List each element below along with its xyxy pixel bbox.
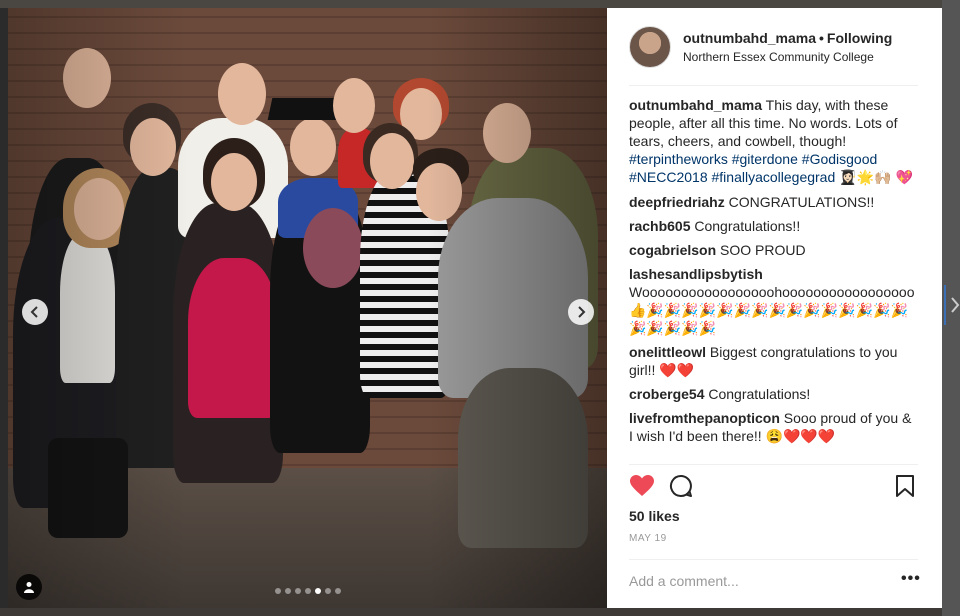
comment-icon [669, 474, 692, 497]
comment-username[interactable]: deepfriedriahz [629, 194, 725, 210]
save-button[interactable] [895, 474, 915, 503]
comment-text: CONGRATULATIONS!! [728, 194, 875, 210]
post-modal: outnumbahd_mama • Following Northern Essex… [8, 8, 942, 608]
hashtag-link[interactable]: #Godisgood [802, 151, 878, 167]
comment-text: SOO PROUD [720, 242, 806, 258]
comment-item: rachb605 Congratulations!! [629, 217, 919, 235]
post-side-panel: outnumbahd_mama • Following Northern Essex… [607, 8, 942, 608]
like-button[interactable] [629, 474, 655, 503]
comment-item: cogabrielson SOO PROUD [629, 241, 919, 259]
bookmark-icon [896, 475, 914, 497]
person-tag-icon [24, 582, 34, 593]
carousel-dot [284, 588, 291, 594]
chevron-right-icon [951, 297, 960, 313]
comment-list: outnumbahd_mama This day, with these peo… [629, 96, 919, 451]
caption-username[interactable]: outnumbahd_mama [629, 97, 762, 113]
post-photo [8, 8, 607, 608]
add-comment-input[interactable] [629, 571, 889, 591]
divider [629, 464, 918, 465]
comment-item: onelittleowl Biggest congratulations to … [629, 343, 919, 379]
carousel-indicator [8, 588, 607, 594]
hashtag-link[interactable]: #NECC2018 [629, 169, 708, 185]
carousel-next-button[interactable] [568, 299, 594, 325]
comment-username[interactable]: croberge54 [629, 386, 704, 402]
comment-username[interactable]: cogabrielson [629, 242, 716, 258]
comment-item: lashesandlipsbytish Woooooooooooooooooho… [629, 265, 919, 337]
comment-text: Wooooooooooooooooohooooooooooooooooo👍🎉🎉🎉… [629, 284, 915, 336]
post-location[interactable]: Northern Essex Community College [683, 50, 892, 64]
comment-username[interactable]: lashesandlipsbytish [629, 266, 763, 282]
carousel-prev-button[interactable] [22, 299, 48, 325]
post-date: MAY 19 [629, 533, 667, 544]
caption-emoji: 👩🏻‍🎓🌟🙌🏼 💖 [839, 170, 914, 186]
photo-vignette [8, 8, 607, 608]
carousel-dot [314, 588, 321, 594]
comment-item: deepfriedriahz CONGRATULATIONS!! [629, 193, 919, 211]
caption: outnumbahd_mama This day, with these peo… [629, 96, 919, 187]
heart-icon [630, 475, 654, 496]
carousel-dot [324, 588, 331, 594]
post-header: outnumbahd_mama • Following Northern Essex… [607, 8, 942, 86]
backdrop-bottom [0, 608, 960, 616]
comment-item: livefromthepanopticon Sooo proud of you … [629, 409, 919, 445]
action-bar [629, 474, 918, 502]
likes-count[interactable]: 50 likes [629, 508, 680, 524]
comment-text: Congratulations! [708, 386, 811, 402]
comment-username[interactable]: onelittleowl [629, 344, 706, 360]
comment-username[interactable]: livefromthepanopticon [629, 410, 780, 426]
carousel-dot [304, 588, 311, 594]
comment-button[interactable] [669, 474, 693, 503]
separator: • [819, 30, 824, 46]
hashtag-link[interactable]: #finallyacollegegrad [712, 169, 836, 185]
carousel-dot [274, 588, 281, 594]
more-options-button[interactable]: ••• [901, 570, 921, 588]
chevron-left-icon [30, 306, 38, 318]
carousel-dot [334, 588, 341, 594]
comment-text: Congratulations!! [694, 218, 801, 234]
chevron-right-icon [578, 306, 586, 318]
carousel-dot [294, 588, 301, 594]
comment-item: croberge54 Congratulations! [629, 385, 919, 403]
post-username[interactable]: outnumbahd_mama [683, 30, 816, 46]
hashtag-link[interactable]: #giterdone [732, 151, 798, 167]
divider [629, 559, 918, 560]
hashtag-link[interactable]: #terpintheworks [629, 151, 728, 167]
tagged-people-button[interactable] [16, 574, 42, 600]
divider [629, 85, 918, 86]
avatar[interactable] [629, 26, 671, 68]
comment-username[interactable]: rachb605 [629, 218, 690, 234]
backdrop-top [0, 0, 960, 8]
follow-status-button[interactable]: Following [827, 30, 892, 46]
next-post-button[interactable] [944, 285, 960, 325]
